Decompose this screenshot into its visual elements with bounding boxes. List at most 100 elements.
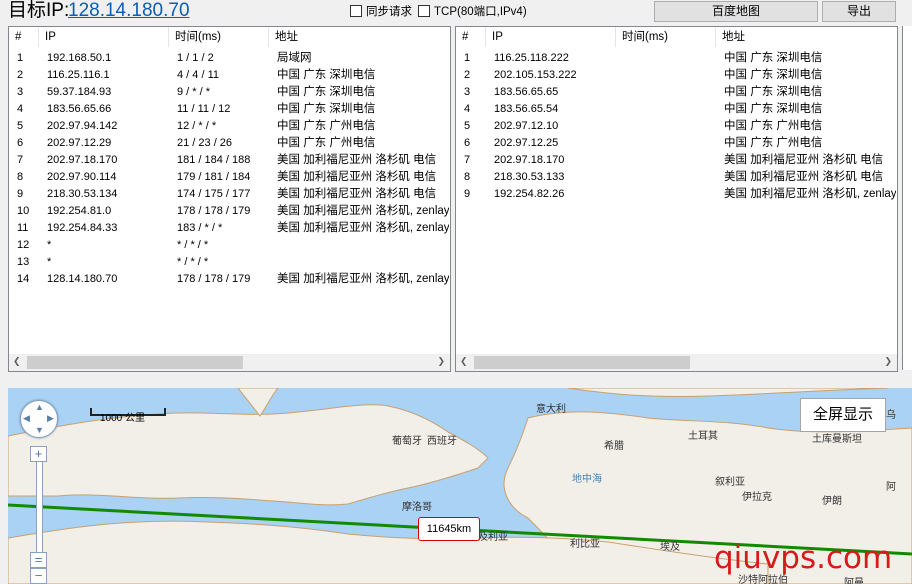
table-row[interactable]: 8 218.30.53.133 美国 加利福尼亚州 洛杉矶 电信 xyxy=(456,169,897,186)
pan-up-icon[interactable]: ▲ xyxy=(35,403,44,412)
cell-address: 中国 广东 深圳电信 xyxy=(277,86,376,98)
table-row[interactable]: 2 202.105.153.222 中国 广东 深圳电信 xyxy=(456,67,897,84)
place-label: 葡萄牙 xyxy=(392,436,422,447)
baidu-map-button[interactable]: 百度地图 xyxy=(654,1,818,22)
table-body: 1 192.168.50.1 1 / 1 / 2 局域网 2 116.25.116.1 4 … xyxy=(9,50,450,288)
table-row[interactable]: 6 202.97.12.25 中国 广东 广州电信 xyxy=(456,135,897,152)
cell-index: 2 xyxy=(17,69,24,81)
cell-address: 美国 加利福尼亚州 洛杉矶, zenlaye xyxy=(277,222,449,234)
watermark-text: qiuvps.com xyxy=(714,540,893,576)
table-row[interactable]: 1 116.25.118.222 中国 广东 深圳电信 xyxy=(456,50,897,67)
table-row[interactable]: 5 202.97.12.10 中国 广东 广州电信 xyxy=(456,118,897,135)
zoom-in-button[interactable]: + xyxy=(30,446,47,462)
table-row[interactable]: 5 202.97.94.142 12 / * / * 中国 广东 广州电信 xyxy=(9,118,450,135)
export-button[interactable]: 导出 xyxy=(822,1,896,22)
table-row[interactable]: 4 183.56.65.54 中国 广东 深圳电信 xyxy=(456,101,897,118)
cell-address: 美国 加利福尼亚州 洛杉矶 电信 xyxy=(277,188,437,200)
cell-time: 1 / 1 / 2 xyxy=(177,52,214,64)
cell-index: 3 xyxy=(464,86,471,98)
scroll-left-icon[interactable]: ❮ xyxy=(460,356,468,367)
cell-index: 14 xyxy=(17,273,30,285)
cell-index: 1 xyxy=(17,52,24,64)
cell-address: 中国 广东 深圳电信 xyxy=(724,103,823,115)
place-label: 土库曼斯坦 xyxy=(812,434,862,445)
target-ip-label: 目标IP: xyxy=(8,0,70,21)
column-header-index[interactable]: # xyxy=(456,27,486,47)
place-label: 伊拉克 xyxy=(742,492,772,503)
tcp-checkbox[interactable]: TCP(80端口,IPv4) xyxy=(418,3,527,19)
zoom-level-handle[interactable]: = xyxy=(30,552,47,568)
left-trace-table[interactable]: # IP 时间(ms) 地址 1 192.168.50.1 1 / 1 / 2 局域网… xyxy=(8,26,451,372)
place-label: 及利亚 xyxy=(478,532,508,543)
cell-index: 4 xyxy=(17,103,24,115)
table-row[interactable]: 7 202.97.18.170 181 / 184 / 188 美国 加利福尼亚州 洛… xyxy=(9,152,450,169)
table-body: 1 116.25.118.222 中国 广东 深圳电信 2 202.105.153.22… xyxy=(456,50,897,203)
cell-address: 美国 加利福尼亚州 洛杉矶 电信 xyxy=(277,171,437,183)
table-row[interactable]: 2 116.25.116.1 4 / 4 / 11 中国 广东 深圳电信 xyxy=(9,67,450,84)
place-label: 地中海 xyxy=(572,474,602,485)
table-row[interactable]: 13 * * / * / * xyxy=(9,254,450,271)
scroll-right-icon[interactable]: ❯ xyxy=(437,356,445,367)
table-row[interactable]: 3 183.56.65.65 中国 广东 深圳电信 xyxy=(456,84,897,101)
table-row[interactable]: 8 202.97.90.114 179 / 181 / 184 美国 加利福尼亚州 洛… xyxy=(9,169,450,186)
cell-index: 10 xyxy=(17,205,30,217)
table-row[interactable]: 14 128.14.180.70 178 / 178 / 179 美国 加利福尼亚州 … xyxy=(9,271,450,288)
cell-time: 12 / * / * xyxy=(177,120,217,132)
route-map[interactable]: ▲ ▼ ◀ ▶ + = − 1000 公里 意大利 葡萄牙 西班牙 希腊 土耳其… xyxy=(8,388,912,584)
table-row[interactable]: 9 192.254.82.26 美国 加利福尼亚州 洛杉矶, zenlaye xyxy=(456,186,897,203)
table-row[interactable]: 11 192.254.84.33 183 / * / * 美国 加利福尼亚州 洛杉矶,… xyxy=(9,220,450,237)
cell-time: 179 / 181 / 184 xyxy=(177,171,251,183)
cell-address: 中国 广东 深圳电信 xyxy=(724,86,823,98)
cell-address: 中国 广东 广州电信 xyxy=(724,137,823,149)
table-row[interactable]: 7 202.97.18.170 美国 加利福尼亚州 洛杉矶 电信 xyxy=(456,152,897,169)
cell-ip: 59.37.184.93 xyxy=(47,86,112,98)
scrollbar-thumb[interactable] xyxy=(474,356,690,369)
table-row[interactable]: 4 183.56.65.66 11 / 11 / 12 中国 广东 深圳电信 xyxy=(9,101,450,118)
map-pan-control[interactable]: ▲ ▼ ◀ ▶ xyxy=(20,400,58,438)
cell-index: 13 xyxy=(17,256,30,268)
tcp-label: TCP(80端口,IPv4) xyxy=(434,6,527,18)
cell-ip: 218.30.53.133 xyxy=(494,171,565,183)
pan-right-icon[interactable]: ▶ xyxy=(47,414,54,423)
cell-address: 中国 广东 深圳电信 xyxy=(724,69,823,81)
table-row[interactable]: 12 * * / * / * xyxy=(9,237,450,254)
distance-label: 11645km xyxy=(418,517,480,541)
cell-index: 2 xyxy=(464,69,471,81)
table-row[interactable]: 1 192.168.50.1 1 / 1 / 2 局域网 xyxy=(9,50,450,67)
column-header-ip[interactable]: IP xyxy=(39,27,169,47)
scroll-left-icon[interactable]: ❮ xyxy=(13,356,21,367)
column-header-ip[interactable]: IP xyxy=(486,27,616,47)
table-row[interactable]: 3 59.37.184.93 9 / * / * 中国 广东 深圳电信 xyxy=(9,84,450,101)
target-ip-link[interactable]: 128.14.180.70 xyxy=(68,0,190,23)
column-header-time[interactable]: 时间(ms) xyxy=(616,27,716,47)
column-header-index[interactable]: # xyxy=(9,27,39,47)
cell-address: 局域网 xyxy=(277,52,312,64)
cell-ip: * xyxy=(47,256,52,268)
cell-address: 美国 加利福尼亚州 洛杉矶 电信 xyxy=(277,154,437,166)
pan-down-icon[interactable]: ▼ xyxy=(35,426,44,435)
column-header-time[interactable]: 时间(ms) xyxy=(169,27,269,47)
checkbox-box[interactable] xyxy=(418,5,430,17)
fullscreen-button[interactable]: 全屏显示 xyxy=(800,398,886,432)
column-header-address[interactable]: 地址 xyxy=(716,27,897,47)
scrollbar-thumb[interactable] xyxy=(27,356,243,369)
partial-panel-edge xyxy=(902,26,912,370)
cell-ip: 202.105.153.222 xyxy=(494,69,577,81)
horizontal-scrollbar[interactable]: ❮ ❯ xyxy=(9,354,450,371)
cell-address: 美国 加利福尼亚州 洛杉矶 电信 xyxy=(724,171,884,183)
column-header-address[interactable]: 地址 xyxy=(269,27,450,47)
zoom-slider[interactable] xyxy=(36,458,43,564)
horizontal-scrollbar[interactable]: ❮ ❯ xyxy=(456,354,897,371)
cell-time: 9 / * / * xyxy=(177,86,211,98)
pan-left-icon[interactable]: ◀ xyxy=(23,414,30,423)
cell-ip: 202.97.12.29 xyxy=(47,137,112,149)
table-row[interactable]: 10 192.254.81.0 178 / 178 / 179 美国 加利福尼亚州 洛… xyxy=(9,203,450,220)
checkbox-box[interactable] xyxy=(350,5,362,17)
right-trace-table[interactable]: # IP 时间(ms) 地址 1 116.25.118.222 中国 广东 深圳电信… xyxy=(455,26,898,372)
table-row[interactable]: 6 202.97.12.29 21 / 23 / 26 中国 广东 广州电信 xyxy=(9,135,450,152)
cell-ip: 192.254.81.0 xyxy=(47,205,112,217)
table-row[interactable]: 9 218.30.53.134 174 / 175 / 177 美国 加利福尼亚州 洛… xyxy=(9,186,450,203)
sync-request-checkbox[interactable]: 同步请求 xyxy=(350,3,412,19)
scroll-right-icon[interactable]: ❯ xyxy=(884,356,892,367)
zoom-out-button[interactable]: − xyxy=(30,568,47,584)
